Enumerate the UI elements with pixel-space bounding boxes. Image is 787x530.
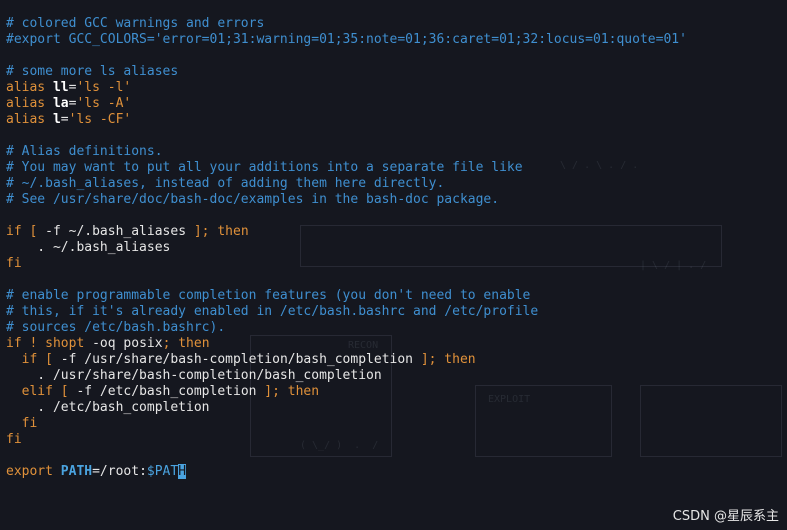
code-token: 'ls -l' bbox=[76, 80, 132, 95]
code-token: fi bbox=[6, 256, 22, 271]
code-token: ; then bbox=[162, 336, 210, 351]
terminal-line: elif [ -f /etc/bash_completion ]; then bbox=[6, 384, 787, 400]
code-token: elif bbox=[6, 384, 61, 399]
code-token: PATH bbox=[60, 464, 93, 479]
code-token: -f /usr/share/bash-completion/bash_compl… bbox=[60, 352, 421, 367]
code-token: alias bbox=[6, 80, 53, 95]
terminal-text-area[interactable]: # colored GCC warnings and errors #export… bbox=[6, 16, 787, 480]
terminal-line: fi bbox=[6, 256, 787, 272]
code-token: ]; then bbox=[264, 384, 320, 399]
terminal-line: . /etc/bash_completion bbox=[6, 400, 787, 416]
terminal-line: . ~/.bash_aliases bbox=[6, 240, 787, 256]
terminal-line: alias ll='ls -l' bbox=[6, 80, 787, 96]
code-token: ]; then bbox=[193, 224, 249, 239]
terminal-line: export PATH=/root:$PATH bbox=[6, 464, 787, 480]
code-token: . /etc/bash_completion bbox=[6, 400, 210, 415]
code-token: [ bbox=[29, 224, 46, 239]
terminal-line: if ! shopt -oq posix; then bbox=[6, 336, 787, 352]
code-token: shopt bbox=[45, 336, 85, 351]
code-token: ll bbox=[52, 80, 69, 95]
code-token: fi bbox=[6, 416, 38, 431]
code-token: # sources /etc/bash.bashrc). bbox=[6, 320, 226, 335]
terminal-line: if [ -f /usr/share/bash-completion/bash_… bbox=[6, 352, 787, 368]
code-token: [ bbox=[60, 384, 77, 399]
terminal-line: fi bbox=[6, 416, 787, 432]
code-token: #export GCC_COLORS='error=01;31:warning=… bbox=[6, 32, 687, 47]
code-token: fi bbox=[6, 432, 22, 447]
code-token: ]; then bbox=[420, 352, 476, 367]
code-token: = bbox=[60, 112, 69, 127]
terminal-line: fi bbox=[6, 432, 787, 448]
watermark-label: CSDN @星辰系主 bbox=[672, 509, 779, 524]
text-cursor: H bbox=[178, 464, 187, 479]
terminal-line: # this, if it's already enabled in /etc/… bbox=[6, 304, 787, 320]
terminal-line: # See /usr/share/doc/bash-doc/examples i… bbox=[6, 192, 787, 208]
code-token: 'ls -CF' bbox=[68, 112, 132, 127]
code-token: $PAT bbox=[146, 464, 179, 479]
code-token: # Alias definitions. bbox=[6, 144, 163, 159]
code-token: # enable programmable completion feature… bbox=[6, 288, 531, 303]
code-token: l bbox=[52, 112, 61, 127]
code-token: # ~/.bash_aliases, instead of adding the… bbox=[6, 176, 445, 191]
code-token: # See /usr/share/doc/bash-doc/examples i… bbox=[6, 192, 500, 207]
terminal-line: # You may want to put all your additions… bbox=[6, 160, 787, 176]
code-token: . /usr/share/bash-completion/bash_comple… bbox=[6, 368, 382, 383]
terminal-line: # ~/.bash_aliases, instead of adding the… bbox=[6, 176, 787, 192]
code-token: alias bbox=[6, 112, 53, 127]
terminal-line: # enable programmable completion feature… bbox=[6, 288, 787, 304]
code-token: =/root: bbox=[92, 464, 147, 479]
terminal-line: alias la='ls -A' bbox=[6, 96, 787, 112]
code-token: alias bbox=[6, 96, 53, 111]
code-token: # You may want to put all your additions… bbox=[6, 160, 523, 175]
terminal-line: # some more ls aliases bbox=[6, 64, 787, 80]
code-token: # this, if it's already enabled in /etc/… bbox=[6, 304, 539, 319]
code-token: export bbox=[6, 464, 61, 479]
code-token: if bbox=[6, 352, 46, 367]
code-token: [ bbox=[45, 352, 61, 367]
code-token: la bbox=[52, 96, 69, 111]
code-token: -f ~/.bash_aliases bbox=[45, 224, 194, 239]
terminal-line: . /usr/share/bash-completion/bash_comple… bbox=[6, 368, 787, 384]
terminal-line: #export GCC_COLORS='error=01;31:warning=… bbox=[6, 32, 787, 48]
code-token: # some more ls aliases bbox=[6, 64, 179, 79]
code-token: -oq posix bbox=[84, 336, 163, 351]
terminal-line: if [ -f ~/.bash_aliases ]; then bbox=[6, 224, 787, 240]
code-token: -f /etc/bash_completion bbox=[76, 384, 265, 399]
code-token: 'ls -A' bbox=[76, 96, 132, 111]
terminal-line: # colored GCC warnings and errors bbox=[6, 16, 787, 32]
code-token: if bbox=[6, 224, 30, 239]
code-token: if ! bbox=[6, 336, 46, 351]
terminal-line: alias l='ls -CF' bbox=[6, 112, 787, 128]
code-token: # colored GCC warnings and errors bbox=[6, 16, 265, 31]
terminal-line: # Alias definitions. bbox=[6, 144, 787, 160]
code-token: . ~/.bash_aliases bbox=[6, 240, 171, 255]
terminal-line: # sources /etc/bash.bashrc). bbox=[6, 320, 787, 336]
